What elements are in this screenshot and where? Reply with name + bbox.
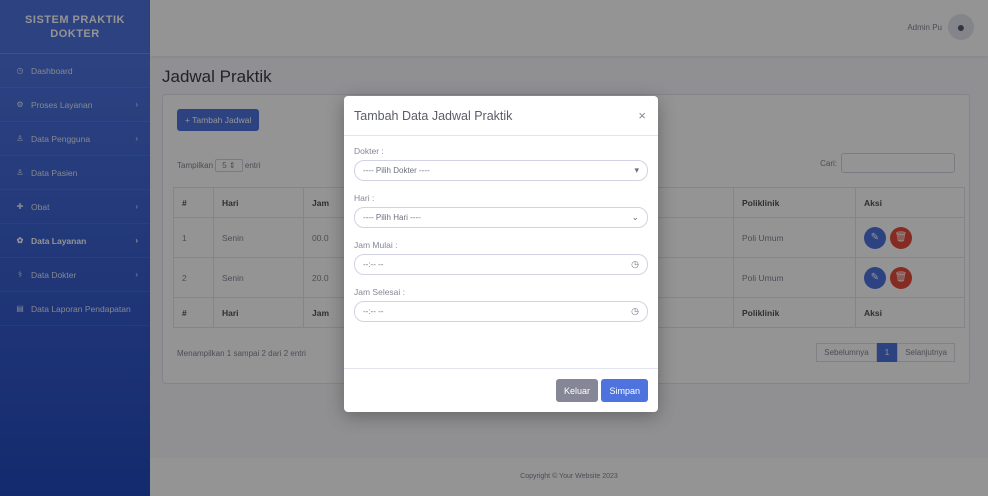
clock-icon[interactable]: ◷: [631, 306, 639, 317]
day-select[interactable]: ---- Pilih Hari ---- ⌄: [354, 207, 648, 228]
modal-footer: Keluar Simpan: [344, 368, 658, 412]
chevron-down-icon: ▾: [634, 165, 639, 175]
modal-title: Tambah Data Jadwal Praktik: [354, 108, 513, 123]
start-time-input[interactable]: --:-- -- ◷: [354, 254, 648, 275]
modal-body: Dokter : ---- Pilih Dokter ---- ▾ Hari : …: [344, 136, 658, 322]
add-schedule-modal: Tambah Data Jadwal Praktik × Dokter : --…: [344, 96, 658, 412]
start-time-label: Jam Mulai :: [354, 240, 398, 250]
end-time-input[interactable]: --:-- -- ◷: [354, 301, 648, 322]
save-button[interactable]: Simpan: [601, 379, 648, 402]
chevron-down-icon: ⌄: [631, 212, 639, 222]
doctor-label: Dokter :: [354, 146, 384, 156]
clock-icon[interactable]: ◷: [631, 259, 639, 270]
cancel-button[interactable]: Keluar: [555, 379, 598, 402]
doctor-select[interactable]: ---- Pilih Dokter ---- ▾: [354, 160, 648, 181]
close-icon[interactable]: ×: [638, 108, 646, 123]
modal-header: Tambah Data Jadwal Praktik ×: [344, 96, 658, 136]
day-label: Hari :: [354, 193, 375, 203]
end-time-label: Jam Selesai :: [354, 287, 406, 297]
